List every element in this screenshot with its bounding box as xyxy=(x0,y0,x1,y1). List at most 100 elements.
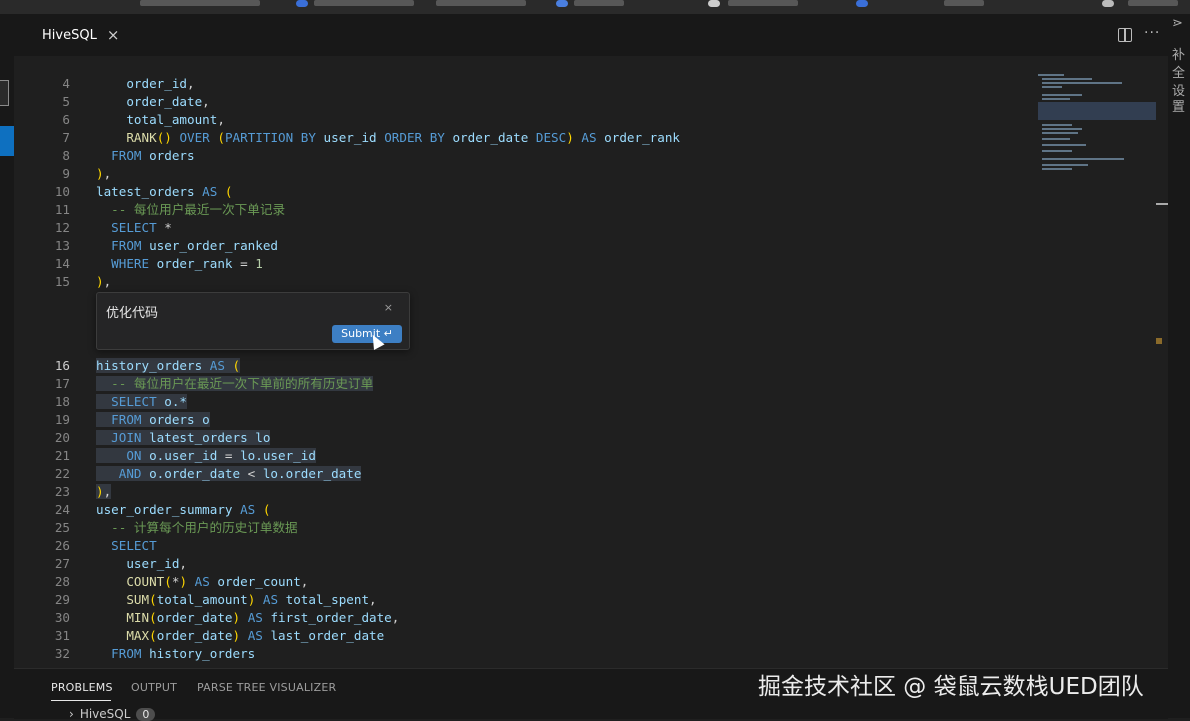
code-token: DESC xyxy=(535,130,567,145)
browser-tab-icon xyxy=(1102,0,1114,7)
code-line[interactable]: 29 SUM(total_amount) AS total_spent, xyxy=(14,591,1034,609)
tab-title[interactable]: HiveSQL xyxy=(42,28,97,43)
code-line[interactable]: 18 SELECT o.* xyxy=(14,393,1034,411)
line-number: 4 xyxy=(62,76,70,91)
line-code: -- 每位用户在最近一次下单前的所有历史订单 xyxy=(96,375,374,393)
code-line[interactable]: 31 MAX(order_date) AS last_order_date xyxy=(14,627,1034,645)
code-line[interactable]: 5 order_date, xyxy=(14,93,1034,111)
code-line[interactable]: 17 -- 每位用户在最近一次下单前的所有历史订单 xyxy=(14,375,1034,393)
line-code: ON o.user_id = lo.user_id xyxy=(96,447,316,465)
code-token: order_rank xyxy=(149,256,241,271)
code-token: ( xyxy=(232,358,241,373)
code-token: COUNT xyxy=(126,574,165,589)
line-code: FROM history_orders xyxy=(96,645,255,663)
code-token: ( xyxy=(164,574,172,589)
code-editor[interactable]: 4 order_id, 5 order_date, 6 total_amount, 7… xyxy=(14,72,1168,668)
code-token: < xyxy=(247,466,263,481)
code-token: order_date xyxy=(126,94,203,109)
code-line[interactable]: 11 -- 每位用户最近一次下单记录 xyxy=(14,201,1034,219)
code-token: SELECT xyxy=(111,538,157,553)
code-token: OVER xyxy=(179,130,210,145)
side-bar-glyph[interactable]: ⋗ xyxy=(1172,16,1183,31)
code-token: -- 每位用户最近一次下单记录 xyxy=(111,202,286,217)
code-token: , xyxy=(391,610,400,625)
code-line[interactable]: 19 FROM orders o xyxy=(14,411,1034,429)
code-line[interactable]: 30 MIN(order_date) AS first_order_date, xyxy=(14,609,1034,627)
line-number: 13 xyxy=(54,238,70,253)
code-token: AND xyxy=(118,466,142,481)
submit-button[interactable]: Submit ↵ xyxy=(332,325,402,343)
code-token: ) xyxy=(566,130,574,145)
code-line[interactable]: 7 RANK() OVER (PARTITION BY user_id ORDE… xyxy=(14,129,1034,147)
code-line[interactable]: 21 ON o.user_id = lo.user_id xyxy=(14,447,1034,465)
line-code: FROM orders o xyxy=(96,411,210,429)
code-line[interactable]: 26 SELECT xyxy=(14,537,1034,555)
code-line[interactable]: 25 -- 计算每个用户的历史订单数据 xyxy=(14,519,1034,537)
code-line[interactable]: 13 FROM user_order_ranked xyxy=(14,237,1034,255)
code-token: o.order_date xyxy=(141,466,248,481)
code-line[interactable]: 8 FROM orders xyxy=(14,147,1034,165)
tab-problems[interactable]: PROBLEMS xyxy=(51,681,113,694)
code-line[interactable]: 6 total_amount, xyxy=(14,111,1034,129)
minimap-line xyxy=(1042,78,1092,80)
problems-tree-item[interactable]: › HiveSQL 0 xyxy=(69,707,156,721)
code-line[interactable]: 20 JOIN latest_orders lo xyxy=(14,429,1034,447)
minimap-line xyxy=(1042,128,1082,130)
code-token: , xyxy=(300,574,309,589)
code-token: * xyxy=(156,220,172,235)
code-token: , xyxy=(202,94,210,109)
minimap-viewport[interactable] xyxy=(1038,102,1156,120)
line-number: 12 xyxy=(54,220,70,235)
code-token: order_rank xyxy=(604,130,680,145)
activity-bar-active-item[interactable] xyxy=(0,126,14,156)
split-editor-icon[interactable] xyxy=(1118,28,1132,42)
code-token: ) xyxy=(179,574,188,589)
line-code: -- 计算每个用户的历史订单数据 xyxy=(96,519,297,537)
line-number: 27 xyxy=(54,556,70,571)
code-token: ON xyxy=(126,448,142,463)
code-token: ) xyxy=(96,484,104,499)
code-line[interactable]: 14 WHERE order_rank = 1 xyxy=(14,255,1034,273)
close-icon[interactable]: × xyxy=(107,26,120,44)
code-line[interactable]: 32 FROM history_orders xyxy=(14,645,1034,663)
code-line[interactable]: 24 user_order_summary AS ( xyxy=(14,501,1034,519)
line-number: 15 xyxy=(54,274,70,289)
bottom-panel: PROBLEMS OUTPUT PARSE TREE VISUALIZER › … xyxy=(14,668,1168,721)
code-line[interactable]: 27 user_id, xyxy=(14,555,1034,573)
code-token: AS xyxy=(240,610,271,625)
code-line[interactable]: 9), xyxy=(14,165,1034,183)
tree-item-label: HiveSQL xyxy=(79,707,131,721)
code-line[interactable]: 28 COUNT(*) AS order_count, xyxy=(14,573,1034,591)
code-line[interactable]: 10 latest_orders AS ( xyxy=(14,183,1034,201)
chevron-right-icon[interactable]: › xyxy=(69,707,74,721)
code-line[interactable]: 16 history_orders AS ( xyxy=(14,357,1034,375)
code-line[interactable]: 22 AND o.order_date < lo.order_date xyxy=(14,465,1034,483)
code-token: MAX xyxy=(126,628,150,643)
code-token: order_id xyxy=(126,76,188,91)
code-token: , xyxy=(103,166,112,181)
code-line[interactable]: 12 SELECT * xyxy=(14,219,1034,237)
activity-bar-item[interactable] xyxy=(0,80,9,106)
line-number: 24 xyxy=(54,502,70,517)
inline-chat-input[interactable]: 优化代码 xyxy=(106,302,158,321)
code-token: lo.user_id xyxy=(240,448,316,463)
code-line[interactable]: 23), xyxy=(14,483,1034,501)
tab-output[interactable]: OUTPUT xyxy=(131,681,177,694)
minimap[interactable] xyxy=(1038,72,1158,192)
code-token: first_order_date xyxy=(270,610,392,625)
tab-hivesql[interactable]: HiveSQL × xyxy=(32,14,129,56)
close-icon[interactable]: × xyxy=(384,301,393,314)
code-line[interactable]: 4 order_id, xyxy=(14,75,1034,93)
title-bar-fragment xyxy=(728,0,798,6)
line-number: 23 xyxy=(54,484,70,499)
tab-parse-tree-visualizer[interactable]: PARSE TREE VISUALIZER xyxy=(197,681,336,694)
code-token: AS xyxy=(240,628,271,643)
code-token: AS xyxy=(202,358,233,373)
more-actions-icon[interactable]: ··· xyxy=(1144,25,1160,41)
code-line[interactable]: 15), xyxy=(14,273,1034,291)
